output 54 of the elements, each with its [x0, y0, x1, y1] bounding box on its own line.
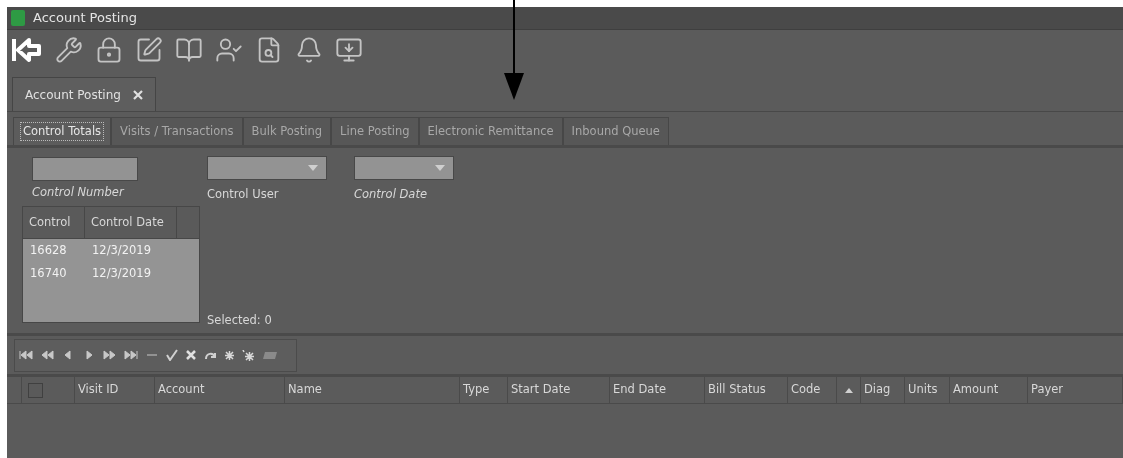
document-tab[interactable]: Account Posting: [12, 77, 156, 111]
column-header[interactable]: Units: [908, 381, 938, 399]
last-record-icon[interactable]: [124, 350, 138, 360]
column-header[interactable]: Payer: [1031, 381, 1064, 399]
field-label: Control Date: [354, 186, 428, 203]
app-icon: [11, 10, 25, 26]
asterisk-tick-icon[interactable]: [242, 349, 255, 361]
book-icon[interactable]: [175, 36, 203, 64]
dropdown-field[interactable]: [354, 156, 454, 180]
column-header[interactable]: End Date: [613, 381, 666, 399]
column-header[interactable]: Bill Status: [708, 381, 766, 399]
edit-icon[interactable]: [135, 36, 163, 64]
column-header[interactable]: Start Date: [511, 381, 571, 399]
input-field[interactable]: [32, 157, 138, 181]
redo-icon[interactable]: [204, 350, 217, 360]
tab[interactable]: Bulk Posting: [242, 117, 332, 145]
check-icon[interactable]: [166, 349, 178, 361]
column-header[interactable]: Account: [158, 381, 205, 399]
tab[interactable]: Control Totals: [13, 117, 112, 145]
back-arrow-icon[interactable]: [11, 36, 43, 64]
column-header[interactable]: Type: [463, 381, 490, 399]
bell-icon[interactable]: [295, 36, 323, 64]
dropdown-caret-icon: [308, 165, 318, 171]
table-row[interactable]: 16740 12/3/2019: [23, 262, 199, 286]
column-header[interactable]: Code: [791, 381, 821, 399]
column-header[interactable]: Control: [23, 207, 85, 239]
column-header[interactable]: Control Date: [85, 207, 177, 239]
next-page-icon[interactable]: [103, 350, 117, 360]
previous-page-icon[interactable]: [40, 350, 54, 360]
download-icon[interactable]: [335, 36, 363, 64]
field-label: Control User: [207, 186, 280, 203]
first-record-icon[interactable]: [19, 350, 33, 360]
lock-icon[interactable]: [95, 36, 123, 64]
column-header[interactable]: Diag: [864, 381, 891, 399]
user-check-icon[interactable]: [215, 36, 243, 64]
tab[interactable]: Visits / Transactions: [111, 117, 243, 145]
table-row[interactable]: 16628 12/3/2019: [23, 239, 199, 263]
column-header[interactable]: Amount: [953, 381, 999, 399]
dropdown-caret-icon: [435, 165, 445, 171]
field-label: Control Number: [32, 184, 126, 201]
close-icon[interactable]: [132, 89, 143, 100]
window-title: Account Posting: [33, 9, 137, 28]
sort-ascending-icon[interactable]: [844, 387, 853, 393]
tab[interactable]: Line Posting: [331, 117, 419, 145]
tab[interactable]: Electronic Remittance: [418, 117, 563, 145]
wrench-icon[interactable]: [55, 36, 83, 64]
asterisk-icon[interactable]: [224, 349, 235, 361]
selected-count: Selected: 0: [207, 311, 273, 329]
dropdown-field[interactable]: [207, 156, 327, 180]
select-all-checkbox[interactable]: [28, 382, 43, 398]
tab[interactable]: Inbound Queue: [562, 117, 669, 145]
column-header[interactable]: Visit ID: [78, 381, 119, 399]
cancel-icon[interactable]: [185, 349, 197, 361]
column-header[interactable]: Name: [288, 381, 322, 399]
